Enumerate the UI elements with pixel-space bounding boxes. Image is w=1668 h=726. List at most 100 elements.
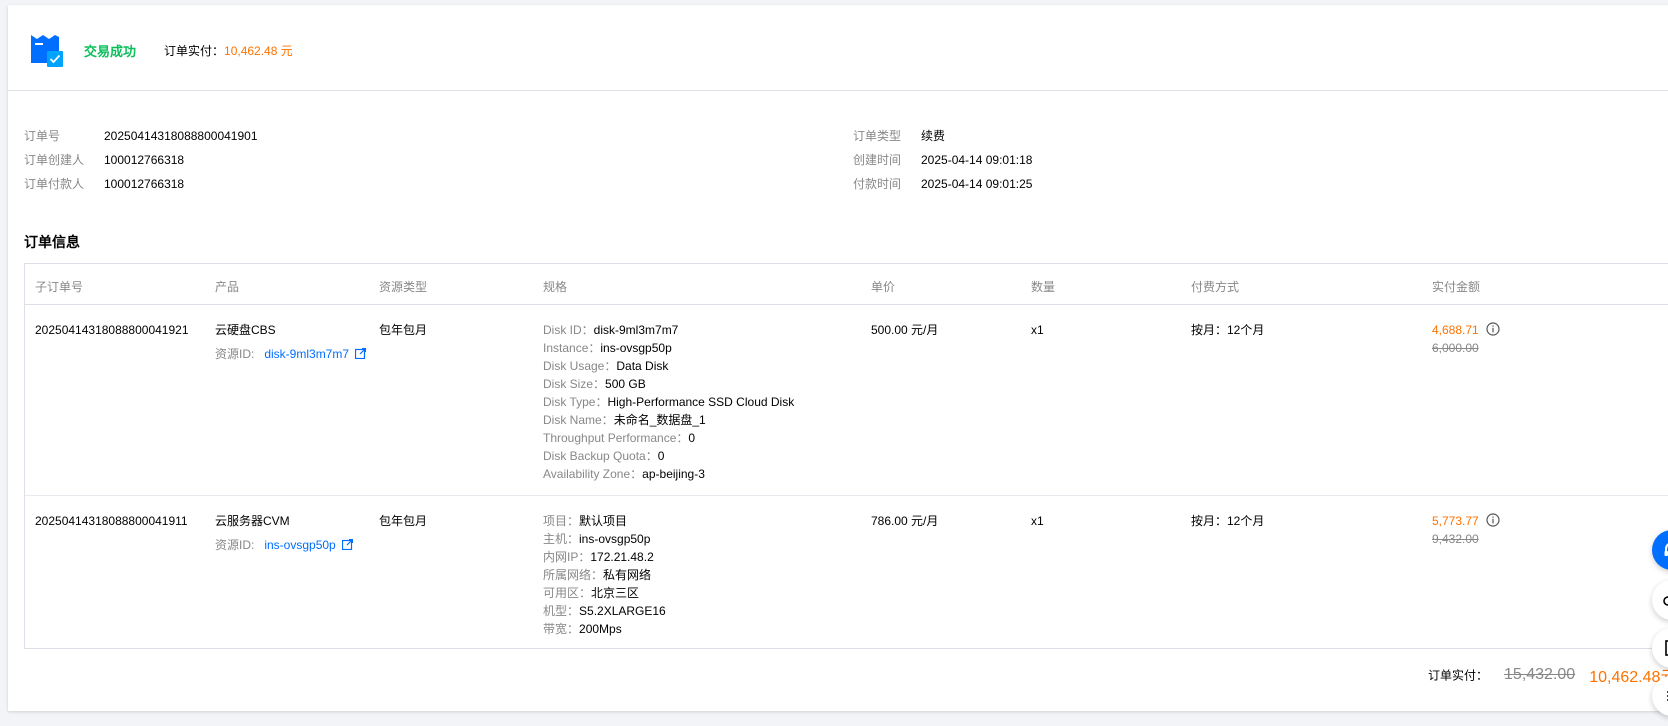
sub-order-id: 20250414318088800041921: [35, 323, 189, 337]
spec-key: 带宽：: [543, 622, 580, 636]
resource-id-link[interactable]: disk-9ml3m7m7: [264, 347, 349, 361]
order-total: 订单实付： 15,432.00 10,462.48元: [1428, 663, 1668, 687]
table-row: 20250414318088800041921 云硬盘CBS 资源ID: disk…: [25, 305, 1668, 496]
spec-value: Data Disk: [616, 359, 669, 373]
order-items-table: 子订单号 产品 资源类型 规格 单价 数量 付费方式 实付金额 20250414…: [24, 263, 1668, 649]
spec-key: Disk Name：: [543, 413, 614, 427]
spec-value: 未命名_数据盘_1: [613, 413, 706, 427]
spec-item: Availability Zone：ap-beijing-3: [543, 465, 794, 483]
spec-item: Disk Name：未命名_数据盘_1: [543, 411, 794, 429]
spec-key: Disk Size：: [543, 377, 606, 391]
spec-item: 项目：默认项目: [543, 512, 666, 530]
spec-value: 默认项目: [579, 514, 628, 528]
spec-value: 0: [688, 431, 696, 445]
meta-row-order-type: 订单类型 续费: [853, 124, 1032, 148]
order-success-icon: [31, 35, 63, 67]
total-original: 15,432.00: [1504, 666, 1576, 683]
product-name: 云服务器CVM: [215, 514, 290, 528]
sub-order-id: 20250414318088800041911: [35, 514, 188, 528]
document-icon: [1665, 640, 1668, 656]
col-header-billing: 付费方式: [1191, 280, 1240, 294]
spec-item: 所属网络：私有网络: [543, 566, 666, 584]
spec-key: 项目：: [543, 514, 580, 528]
info-icon[interactable]: [1486, 513, 1500, 527]
original-amount: 6,000.00: [1432, 341, 1479, 355]
spec-value: ins-ovsgp50p: [579, 532, 651, 546]
spec-value: 172.21.48.2: [590, 550, 654, 564]
meta-value: 续费: [921, 129, 946, 143]
meta-label: 订单类型: [853, 129, 902, 143]
col-header-amount: 实付金额: [1432, 280, 1481, 294]
resource-type: 包年包月: [379, 323, 428, 337]
cloud-icon: [1663, 595, 1668, 606]
order-status-text: 交易成功: [84, 44, 137, 59]
spec-value: S5.2XLARGE16: [579, 604, 666, 618]
spec-value: 私有网络: [603, 568, 652, 582]
meta-row-paid-time: 付款时间 2025-04-14 09:01:25: [853, 172, 1032, 196]
spec-key: Availability Zone：: [543, 467, 643, 481]
info-icon[interactable]: [1486, 322, 1500, 336]
table-row: 20250414318088800041911 云服务器CVM 资源ID: ins…: [25, 496, 1668, 648]
spec-item: Disk Backup Quota：0: [543, 447, 794, 465]
meta-value: 2025-04-14 09:01:18: [921, 153, 1033, 167]
spec-value: 北京三区: [591, 586, 640, 600]
resource-id-label: 资源ID:: [215, 347, 255, 361]
spec-item: Disk ID：disk-9ml3m7m7: [543, 321, 794, 339]
order-detail-card: 交易成功 订单实付：10,462.48 元 订单号 202504143180888…: [8, 5, 1668, 711]
product-name: 云硬盘CBS: [215, 323, 276, 337]
spec-key: Instance：: [543, 341, 601, 355]
spec-item: 机型：S5.2XLARGE16: [543, 602, 666, 620]
col-header-quantity: 数量: [1031, 280, 1056, 294]
spec-item: Disk Type：High-Performance SSD Cloud Dis…: [543, 393, 794, 411]
col-header-unit-price: 单价: [871, 280, 896, 294]
amount-cell: 4,688.71 6,000.00: [1432, 321, 1500, 357]
spec-key: 内网IP：: [543, 550, 591, 564]
meta-value: 100012766318: [104, 177, 185, 191]
total-label: 订单实付：: [1428, 668, 1489, 683]
spec-item: Disk Usage：Data Disk: [543, 357, 794, 375]
meta-row-order-id: 订单号 20250414318088800041901: [24, 124, 258, 148]
external-link-icon[interactable]: [355, 348, 367, 359]
resource-id: 资源ID: disk-9ml3m7m7: [215, 345, 367, 363]
spec-value: ap-beijing-3: [642, 467, 705, 481]
col-header-resource-type: 资源类型: [379, 280, 428, 294]
resource-type: 包年包月: [379, 514, 428, 528]
original-amount: 9,432.00: [1432, 532, 1479, 546]
resource-id: 资源ID: ins-ovsgp50p: [215, 536, 353, 554]
unit-price: 786.00 元/月: [871, 514, 939, 528]
meta-label: 订单付款人: [24, 177, 85, 191]
spec-key: Disk Type：: [543, 395, 608, 409]
spec-item: 可用区：北京三区: [543, 584, 666, 602]
resource-id-link[interactable]: ins-ovsgp50p: [264, 538, 335, 552]
spec-key: Disk ID：: [543, 323, 594, 337]
spec-item: Instance：ins-ovsgp50p: [543, 339, 794, 357]
spec-value: disk-9ml3m7m7: [593, 323, 679, 337]
header-paid-value: 10,462.48 元: [224, 44, 293, 58]
amount-cell: 5,773.77 9,432.00: [1432, 512, 1500, 548]
meta-value: 2025-04-14 09:01:25: [921, 177, 1033, 191]
product-cell: 云硬盘CBS 资源ID: disk-9ml3m7m7: [215, 321, 367, 363]
order-meta-left: 订单号 20250414318088800041901 订单创建人 10001276…: [24, 124, 258, 196]
meta-label: 订单号: [24, 129, 61, 143]
spec-list: 项目：默认项目 主机：ins-ovsgp50p 内网IP：172.21.48.2…: [543, 512, 666, 638]
spec-key: 所属网络：: [543, 568, 604, 582]
external-link-icon[interactable]: [341, 539, 353, 550]
meta-row-payer: 订单付款人 100012766318: [24, 172, 258, 196]
spec-key: Disk Backup Quota：: [543, 449, 658, 463]
spec-key: Disk Usage：: [543, 359, 617, 373]
spec-value: 200Mps: [579, 622, 622, 636]
spec-item: 带宽：200Mps: [543, 620, 666, 638]
order-status-header: 交易成功 订单实付：10,462.48 元: [8, 5, 1668, 91]
quantity: x1: [1031, 514, 1044, 528]
spec-list: Disk ID：disk-9ml3m7m7 Instance：ins-ovsgp…: [543, 321, 794, 483]
spec-value: High-Performance SSD Cloud Disk: [607, 395, 795, 409]
spec-key: Throughput Performance：: [543, 431, 689, 445]
billing-method: 按月：12个月: [1191, 514, 1265, 528]
spec-item: 主机：ins-ovsgp50p: [543, 530, 666, 548]
headset-icon: [1664, 543, 1668, 556]
col-header-sub-order: 子订单号: [35, 280, 84, 294]
meta-label: 创建时间: [853, 153, 902, 167]
col-header-product: 产品: [215, 280, 240, 294]
product-cell: 云服务器CVM 资源ID: ins-ovsgp50p: [215, 512, 353, 554]
spec-key: 机型：: [543, 604, 580, 618]
